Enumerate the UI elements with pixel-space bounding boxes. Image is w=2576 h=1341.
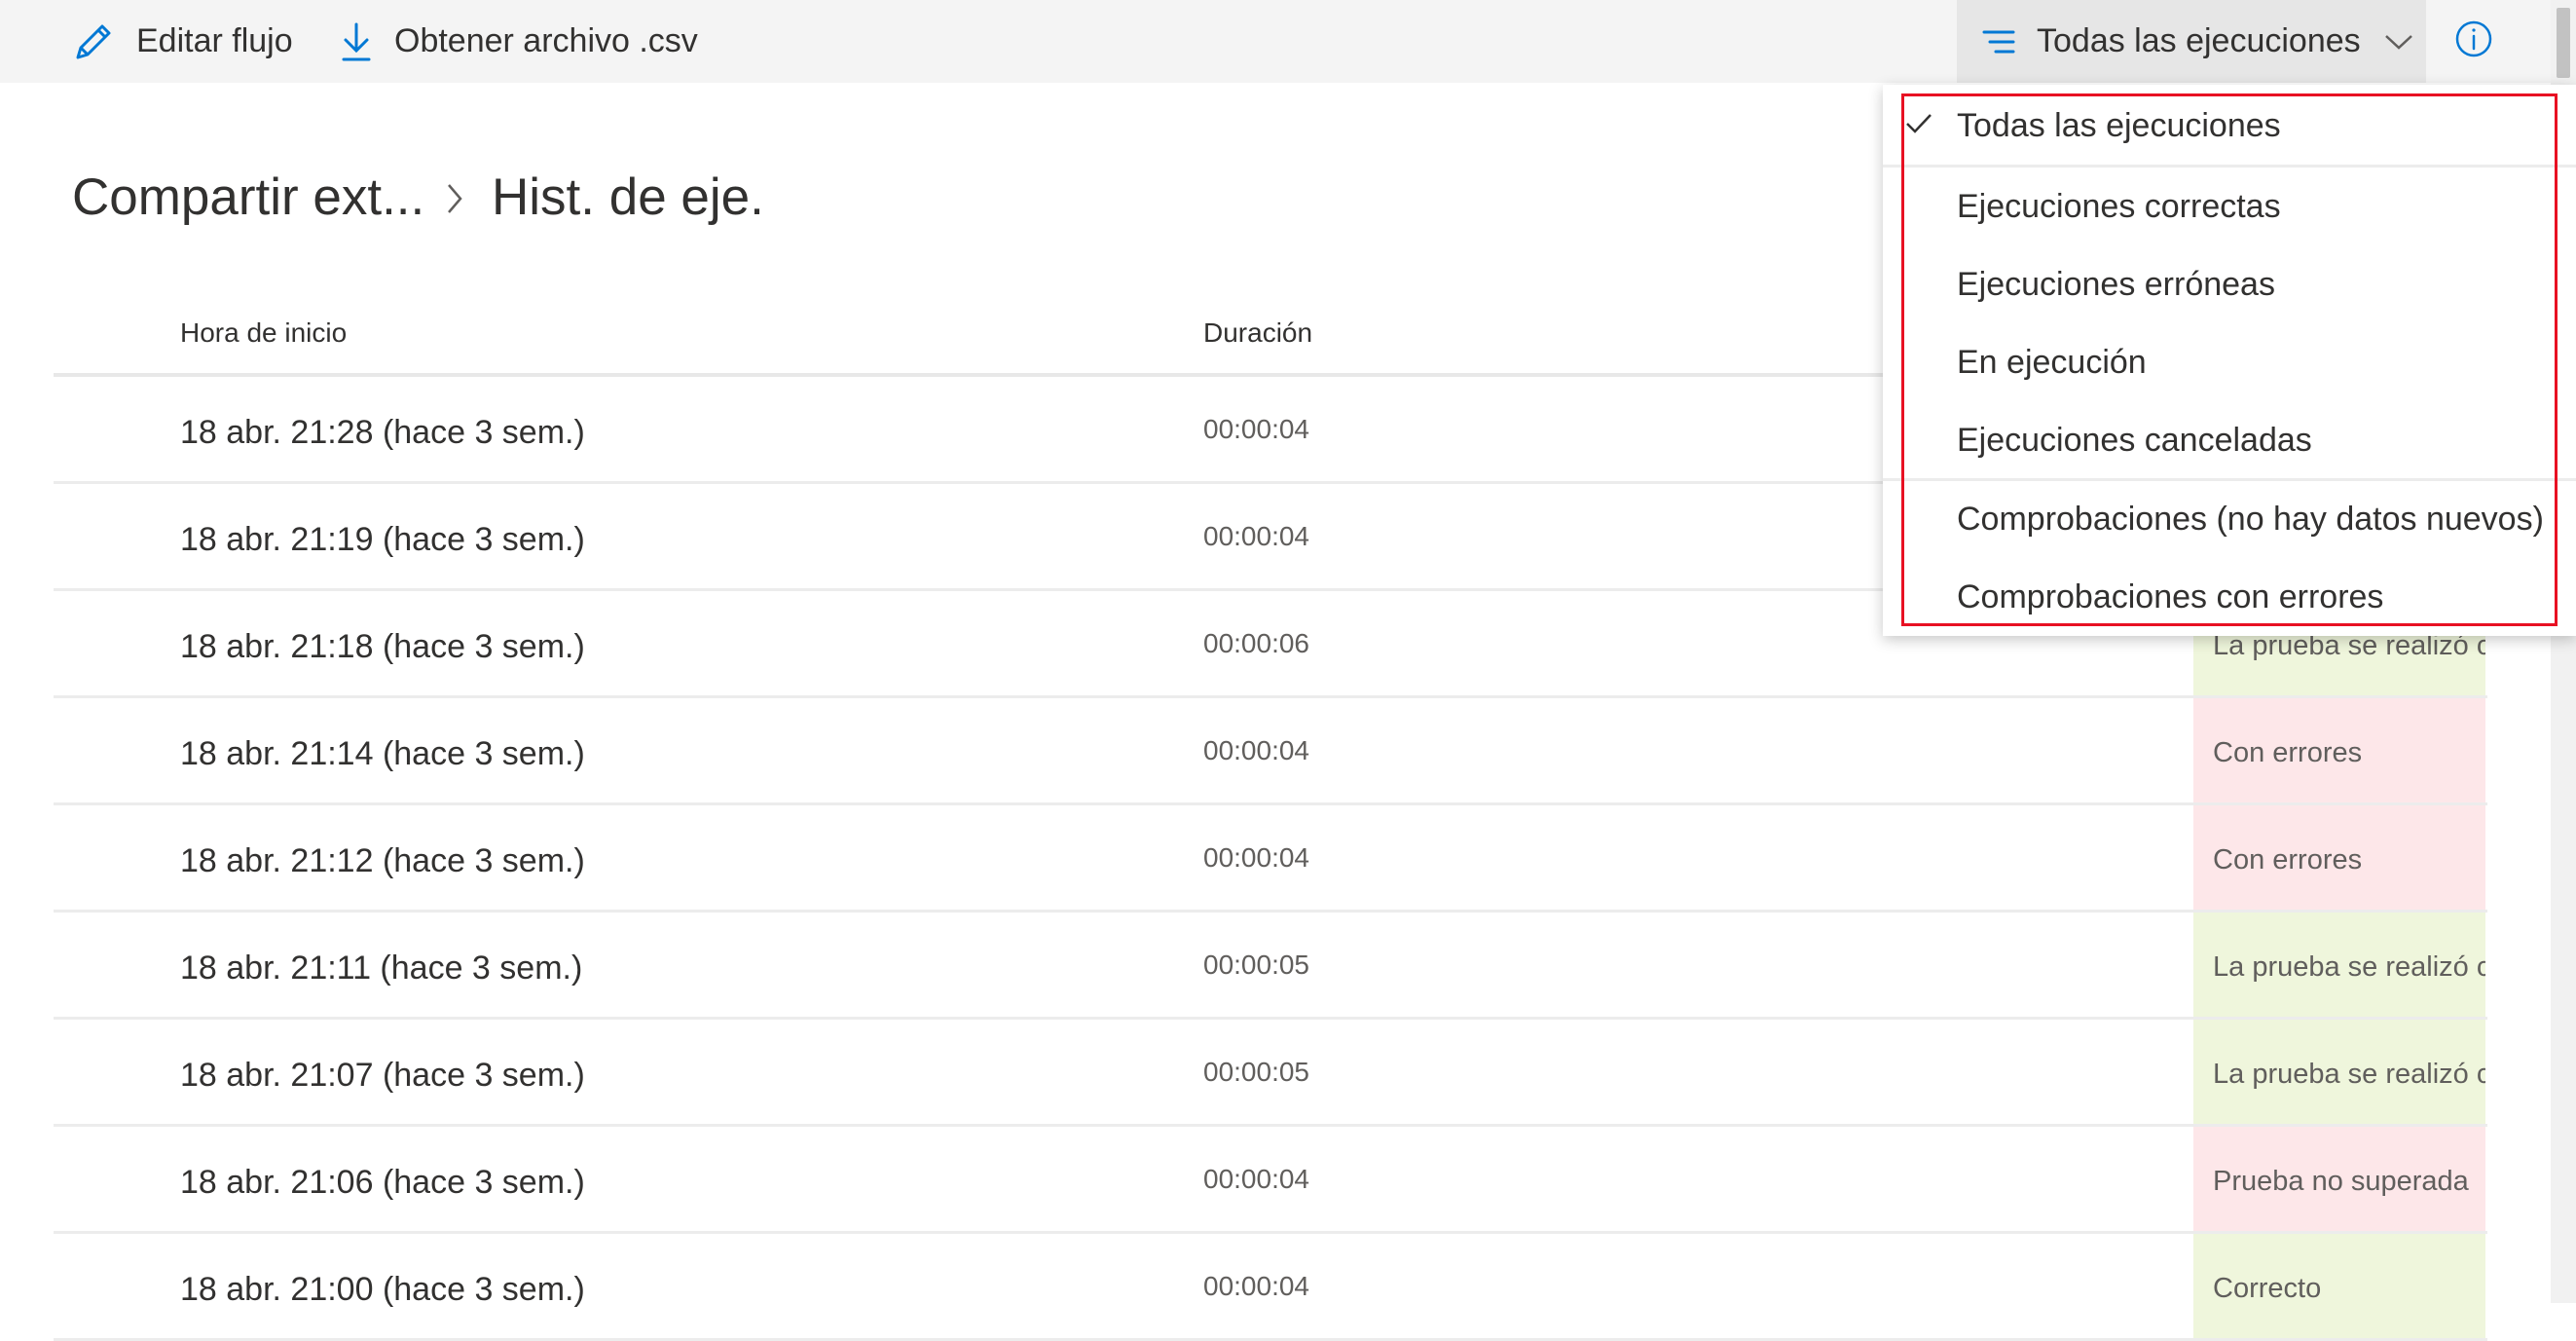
status-text: La prueba se realizó c (2213, 951, 2485, 983)
get-csv-label: Obtener archivo .csv (394, 22, 698, 59)
run-start-time[interactable]: 18 abr. 21:19 (hace 3 sem.) (180, 521, 585, 559)
run-start-time[interactable]: 18 abr. 21:11 (hace 3 sem.) (180, 950, 582, 987)
run-duration: 00:00:04 (1203, 1271, 1309, 1301)
run-start-time[interactable]: 18 abr. 21:00 (hace 3 sem.) (180, 1271, 585, 1309)
menu-item-label: Comprobaciones con errores (1957, 578, 2384, 615)
status-badge: La prueba se realizó c (2193, 1020, 2485, 1124)
breadcrumb-item-flow[interactable]: Compartir ext... (72, 168, 424, 227)
status-text: La prueba se realizó c (2213, 1059, 2485, 1090)
command-bar: Editar flujo Obtener archivo .csv Todas … (0, 0, 2551, 83)
menu-item-successful-runs[interactable]: Ejecuciones correctas (1883, 168, 2576, 246)
table-row[interactable]: 18 abr. 21:00 (hace 3 sem.) 00:00:04 Cor… (54, 1234, 2487, 1341)
run-start-time[interactable]: 18 abr. 21:12 (hace 3 sem.) (180, 842, 585, 880)
status-text: Prueba no superada (2213, 1166, 2469, 1197)
run-start-time[interactable]: 18 abr. 21:18 (hace 3 sem.) (180, 628, 585, 666)
run-start-time[interactable]: 18 abr. 21:14 (hace 3 sem.) (180, 735, 585, 773)
run-duration: 00:00:04 (1203, 735, 1309, 765)
menu-item-failed-runs[interactable]: Ejecuciones erróneas (1883, 246, 2576, 324)
run-filter-label: Todas las ejecuciones (2037, 22, 2361, 59)
menu-item-label: Ejecuciones canceladas (1957, 422, 2312, 459)
run-duration: 00:00:04 (1203, 521, 1309, 551)
filter-icon (1982, 29, 2015, 55)
status-badge: Correcto (2193, 1234, 2485, 1338)
menu-item-all-runs[interactable]: Todas las ejecuciones (1883, 88, 2576, 166)
table-row[interactable]: 18 abr. 21:14 (hace 3 sem.) 00:00:04 Con… (54, 698, 2487, 805)
run-filter-dropdown[interactable]: Todas las ejecuciones (1957, 0, 2426, 83)
run-duration: 00:00:04 (1203, 414, 1309, 444)
run-start-time[interactable]: 18 abr. 21:28 (hace 3 sem.) (180, 414, 585, 452)
menu-item-label: En ejecución (1957, 344, 2147, 381)
info-button[interactable] (2453, 16, 2500, 62)
run-duration: 00:00:04 (1203, 842, 1309, 873)
table-row[interactable]: 18 abr. 21:07 (hace 3 sem.) 00:00:05 La … (54, 1020, 2487, 1127)
scrollbar-thumb[interactable] (2557, 8, 2570, 78)
run-start-time[interactable]: 18 abr. 21:06 (hace 3 sem.) (180, 1164, 585, 1202)
menu-divider (1883, 165, 2576, 168)
menu-item-label: Ejecuciones correctas (1957, 188, 2281, 225)
breadcrumb-item-run-history: Hist. de eje. (492, 168, 764, 226)
status-text: Con errores (2213, 844, 2363, 875)
menu-item-label: Todas las ejecuciones (1957, 107, 2281, 144)
checkmark-icon (1904, 111, 1933, 141)
status-badge: La prueba se realizó c (2193, 913, 2485, 1017)
status-badge: Con errores (2193, 698, 2485, 802)
menu-item-failed-checks[interactable]: Comprobaciones con errores (1883, 559, 2576, 637)
menu-item-checks-no-new-data[interactable]: Comprobaciones (no hay datos nuevos) (1883, 481, 2576, 559)
edit-flow-button[interactable]: Editar flujo (72, 0, 293, 83)
menu-item-label: Comprobaciones (no hay datos nuevos) (1957, 501, 2544, 538)
table-row[interactable]: 18 abr. 21:11 (hace 3 sem.) 00:00:05 La … (54, 913, 2487, 1020)
info-icon (2453, 19, 2494, 59)
pencil-icon (72, 20, 115, 63)
run-duration: 00:00:05 (1203, 950, 1309, 980)
menu-item-cancelled-runs[interactable]: Ejecuciones canceladas (1883, 402, 2576, 480)
table-row[interactable]: 18 abr. 21:06 (hace 3 sem.) 00:00:04 Pru… (54, 1127, 2487, 1234)
run-duration: 00:00:06 (1203, 628, 1309, 658)
column-header-start-time[interactable]: Hora de inicio (180, 317, 347, 349)
run-filter-menu: Todas las ejecuciones Ejecuciones correc… (1883, 85, 2576, 636)
column-header-duration[interactable]: Duración (1203, 317, 1312, 349)
chevron-right-icon (444, 181, 465, 221)
status-text: Con errores (2213, 737, 2363, 768)
download-icon (340, 20, 373, 63)
run-duration: 00:00:05 (1203, 1057, 1309, 1087)
status-badge: Prueba no superada (2193, 1127, 2485, 1231)
run-duration: 00:00:04 (1203, 1164, 1309, 1194)
status-text: Correcto (2213, 1273, 2322, 1304)
menu-item-running[interactable]: En ejecución (1883, 324, 2576, 402)
menu-item-label: Ejecuciones erróneas (1957, 266, 2275, 303)
status-badge: Con errores (2193, 805, 2485, 910)
run-start-time[interactable]: 18 abr. 21:07 (hace 3 sem.) (180, 1057, 585, 1095)
get-csv-button[interactable]: Obtener archivo .csv (340, 0, 698, 83)
edit-flow-label: Editar flujo (136, 22, 293, 59)
table-row[interactable]: 18 abr. 21:12 (hace 3 sem.) 00:00:04 Con… (54, 805, 2487, 913)
chevron-down-icon (2384, 33, 2413, 51)
